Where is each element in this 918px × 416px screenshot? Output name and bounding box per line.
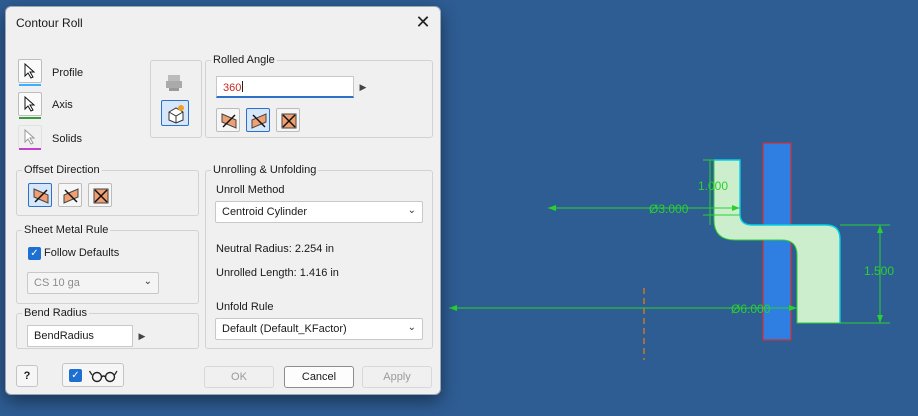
glasses-icon (89, 370, 118, 383)
unroll-method-label: Unroll Method (216, 184, 285, 196)
chevron-down-icon: ⌄ (407, 205, 416, 216)
angle-direction-1-icon[interactable] (216, 108, 240, 132)
dialog-title: Contour Roll (16, 16, 83, 30)
apply-button[interactable]: Apply (362, 366, 432, 388)
chevron-down-icon: ⌄ (407, 322, 416, 333)
dim-6000: Ø6.000 (731, 302, 771, 316)
profile-select-button[interactable] (18, 59, 42, 83)
dim-3000: Ø3.000 (649, 202, 689, 216)
help-button[interactable]: ? (16, 365, 38, 387)
angle-symmetric-icon[interactable] (276, 108, 300, 132)
neutral-radius-text: Neutral Radius: 2.254 in (216, 243, 335, 255)
sheet-metal-icon[interactable] (163, 71, 187, 95)
chevron-down-icon: ⌄ (143, 276, 152, 287)
dim-1000: 1.000 (698, 179, 728, 193)
help-icon: ? (23, 370, 31, 382)
sheet-metal-rule-title: Sheet Metal Rule (22, 224, 111, 236)
unroll-method-dropdown[interactable]: Centroid Cylinder ⌄ (215, 201, 423, 223)
follow-defaults-checkbox[interactable]: ✓ (28, 247, 41, 260)
axis-select-button[interactable] (18, 92, 42, 116)
profile-underline (19, 84, 41, 86)
offset-side-1-icon[interactable] (28, 183, 52, 207)
solids-underline (19, 148, 41, 150)
offset-side-2-icon[interactable] (58, 183, 82, 207)
unrolling-title: Unrolling & Unfolding (211, 164, 319, 176)
angle-direction-2-icon[interactable] (246, 108, 270, 132)
solids-select-button[interactable] (18, 125, 42, 149)
preview-checkbox[interactable]: ✓ (69, 369, 82, 382)
cursor-arrow-icon (24, 129, 36, 145)
cancel-button[interactable]: Cancel (284, 366, 354, 388)
unfold-rule-dropdown[interactable]: Default (Default_KFactor) ⌄ (215, 318, 423, 340)
dim-1500: 1.500 (864, 264, 894, 278)
axis-underline (19, 117, 41, 119)
preview-toggle[interactable]: ✓ (62, 363, 124, 387)
rolled-angle-title: Rolled Angle (211, 54, 277, 66)
sheet-metal-rule-dropdown[interactable]: CS 10 ga ⌄ (27, 272, 159, 294)
title-bar: Contour Roll ✕ (6, 7, 440, 37)
bend-radius-arrow-icon[interactable]: ▶ (133, 325, 151, 347)
close-icon[interactable]: ✕ (410, 10, 436, 34)
follow-defaults-label: Follow Defaults (44, 247, 120, 259)
ok-button[interactable]: OK (204, 366, 274, 388)
solid-body-icon (168, 105, 184, 124)
solids-label: Solids (52, 133, 82, 145)
bend-radius-input[interactable]: BendRadius (27, 325, 133, 347)
axis-label: Axis (52, 99, 73, 111)
profile-label: Profile (52, 67, 84, 79)
cursor-arrow-icon (24, 96, 36, 112)
bend-radius-title: Bend Radius (22, 307, 89, 319)
offset-midplane-icon[interactable] (88, 183, 112, 207)
offset-direction-title: Offset Direction (22, 164, 102, 176)
unrolled-length-text: Unrolled Length: 1.416 in (216, 267, 339, 279)
contour-roll-dialog: Contour Roll ✕ Profile Axis Solids Rolle… (5, 6, 441, 395)
cursor-arrow-icon (24, 63, 36, 79)
unfold-rule-label: Unfold Rule (216, 301, 274, 313)
solid-output-button[interactable] (161, 100, 189, 126)
angle-arrow-icon[interactable]: ▶ (354, 76, 372, 98)
rolled-angle-input[interactable]: 360 (216, 76, 354, 98)
